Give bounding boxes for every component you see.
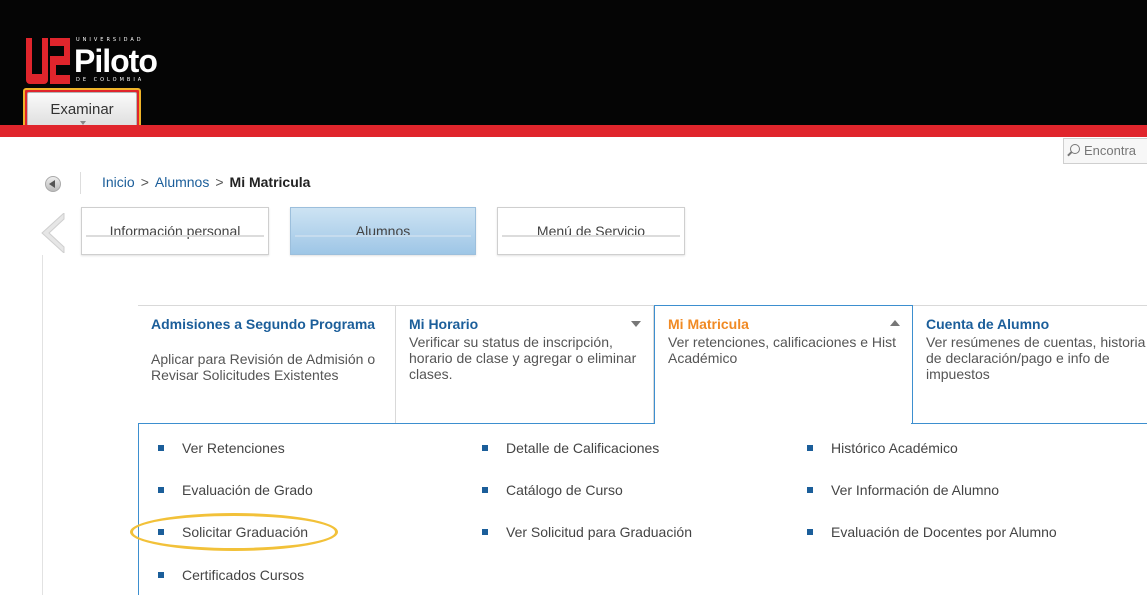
card-title[interactable]: Mi Horario: [409, 316, 478, 333]
search-icon: [1070, 144, 1080, 154]
breadcrumb-inicio[interactable]: Inicio: [102, 174, 135, 190]
header-bar: UNIVERSIDAD Piloto DE COLOMBIA Examinar: [0, 0, 1147, 132]
card-description: Aplicar para Revisión de Admisión o Revi…: [151, 351, 376, 383]
card-description: Ver retenciones, calificaciones e Hist A…: [668, 334, 896, 366]
link-historico-academico[interactable]: Histórico Académico: [807, 440, 958, 456]
divider: [80, 172, 81, 194]
link-detalle-de-calificaciones[interactable]: Detalle de Calificaciones: [482, 440, 659, 456]
logo-main-text: Piloto: [74, 43, 158, 79]
link-catalogo-de-curso[interactable]: Catálogo de Curso: [482, 482, 623, 498]
link-evaluacion-de-grado[interactable]: Evaluación de Grado: [158, 482, 313, 498]
tab-menu-de-servicio[interactable]: Menú de Servicio: [497, 207, 685, 255]
divider: [911, 423, 1147, 424]
bullet-icon: [158, 572, 164, 579]
bullet-icon: [807, 529, 813, 536]
card-title[interactable]: Mi Matricula: [668, 316, 749, 333]
link-certificados-cursos[interactable]: Certificados Cursos: [158, 567, 304, 583]
card-description: Verificar su status de inscripción, hora…: [409, 334, 637, 382]
tab-informacion-personal[interactable]: Información personal: [81, 207, 269, 255]
bullet-icon: [482, 445, 488, 452]
breadcrumb-separator: >: [140, 174, 149, 190]
card-description: Ver resúmenes de cuentas, historia de de…: [926, 334, 1146, 382]
bullet-icon: [482, 487, 488, 494]
breadcrumb-separator: >: [215, 174, 224, 190]
card-mi-matricula[interactable]: Mi Matricula Ver retenciones, calificaci…: [654, 305, 913, 424]
breadcrumb-current: Mi Matricula: [229, 174, 311, 190]
divider: [138, 423, 654, 424]
divider: [138, 423, 139, 595]
bullet-icon: [807, 487, 813, 494]
bullet-icon: [807, 445, 813, 452]
nav-scroll-left-icon[interactable]: [40, 213, 66, 253]
arrow-left-icon: [49, 180, 55, 188]
examinar-label: Examinar: [50, 101, 114, 118]
link-evaluacion-de-docentes-por-alumno[interactable]: Evaluación de Docentes por Alumno: [807, 524, 1057, 540]
link-ver-retenciones[interactable]: Ver Retenciones: [158, 440, 285, 456]
highlight-ellipse-annotation: [130, 513, 338, 551]
bullet-icon: [158, 487, 164, 494]
logo-bottom-text: DE COLOMBIA: [76, 77, 145, 83]
chevron-up-icon[interactable]: [890, 320, 900, 326]
card-cuenta-de-alumno[interactable]: Cuenta de Alumno Ver resúmenes de cuenta…: [913, 306, 1147, 423]
card-title[interactable]: Admisiones a Segundo Programa: [151, 316, 381, 333]
search-placeholder: Encontra: [1084, 143, 1137, 158]
breadcrumb-alumnos[interactable]: Alumnos: [155, 174, 209, 190]
bullet-icon: [482, 529, 488, 536]
student-menu-cards: Admisiones a Segundo Programa Aplicar pa…: [138, 305, 1147, 424]
university-logo[interactable]: UNIVERSIDAD Piloto DE COLOMBIA: [26, 28, 186, 84]
card-admisiones[interactable]: Admisiones a Segundo Programa Aplicar pa…: [138, 306, 396, 423]
card-title[interactable]: Cuenta de Alumno: [926, 316, 1049, 333]
link-ver-informacion-de-alumno[interactable]: Ver Información de Alumno: [807, 482, 999, 498]
breadcrumb: Inicio > Alumnos > Mi Matricula: [102, 174, 310, 190]
examinar-button[interactable]: Examinar: [27, 92, 137, 128]
link-ver-solicitud-para-graduacion[interactable]: Ver Solicitud para Graduación: [482, 524, 692, 540]
search-input[interactable]: Encontra: [1063, 138, 1147, 164]
bullet-icon: [158, 445, 164, 452]
u2-logo-mark: [26, 38, 70, 84]
card-mi-horario[interactable]: Mi Horario Verificar su status de inscri…: [396, 306, 654, 423]
tab-alumnos[interactable]: Alumnos: [290, 207, 476, 255]
chevron-down-icon[interactable]: [631, 321, 641, 327]
header-red-stripe: [0, 125, 1147, 137]
divider: [42, 255, 43, 595]
back-button[interactable]: [45, 176, 61, 192]
